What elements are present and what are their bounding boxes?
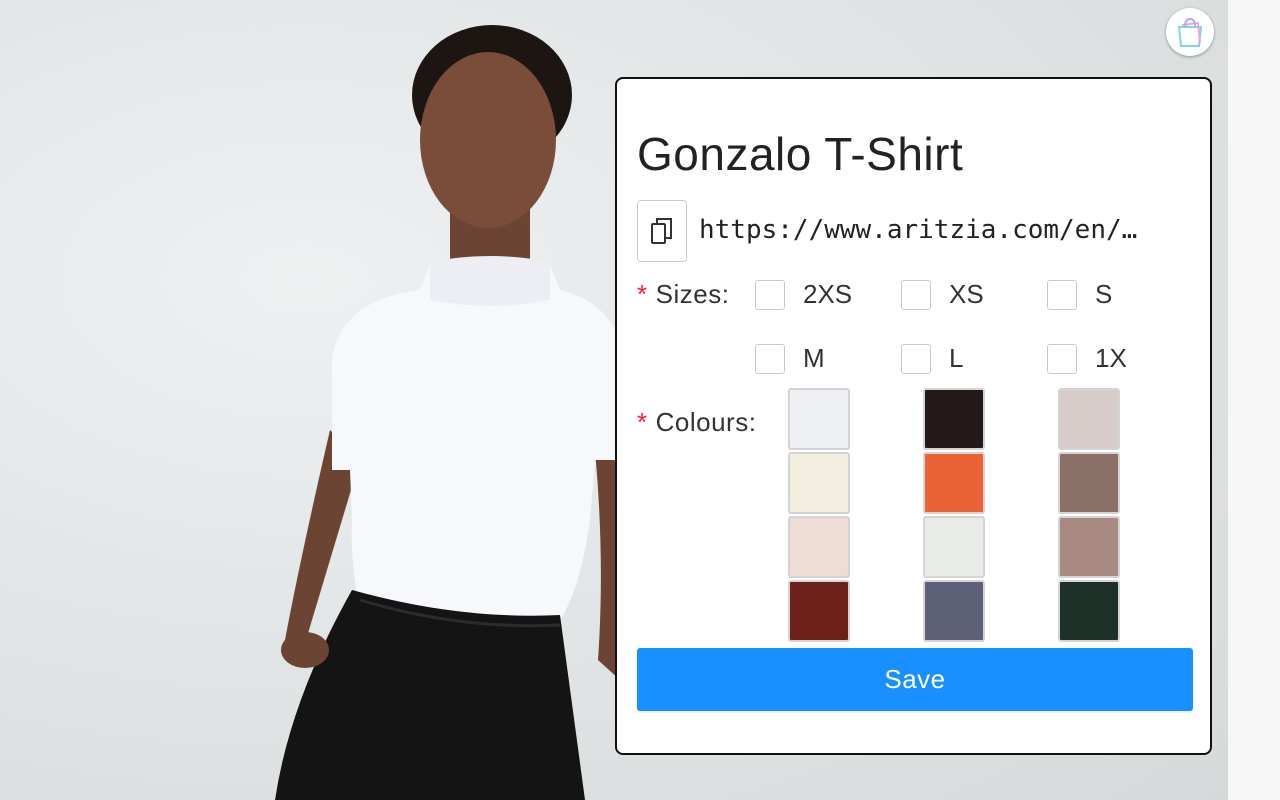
required-mark: * [637, 279, 648, 309]
colour-swatch[interactable] [1058, 516, 1120, 578]
colour-swatch[interactable] [1058, 580, 1120, 642]
colour-swatch[interactable] [1058, 452, 1120, 514]
size-option-xs[interactable]: XS [901, 279, 984, 310]
size-option-s[interactable]: S [1047, 279, 1112, 310]
sizes-label: * Sizes: [637, 279, 729, 310]
colour-swatch[interactable] [788, 516, 850, 578]
copy-url-button[interactable] [637, 200, 687, 262]
size-text: L [949, 343, 964, 373]
colour-swatch[interactable] [923, 452, 985, 514]
size-option-l[interactable]: L [901, 343, 963, 374]
colours-label-text: Colours: [655, 407, 757, 437]
page-scrollbar[interactable] [1228, 0, 1280, 800]
product-title: Gonzalo T-Shirt [637, 128, 964, 180]
colour-swatch[interactable] [1058, 388, 1120, 450]
product-save-panel: Gonzalo T-Shirt https://www.aritzia.com/… [615, 77, 1212, 755]
size-option-m[interactable]: M [755, 343, 825, 374]
checkbox[interactable] [1047, 343, 1077, 374]
size-text: S [1095, 279, 1113, 309]
size-text: M [803, 343, 825, 373]
size-text: 2XS [803, 279, 853, 309]
product-url: https://www.aritzia.com/en/… [699, 215, 1138, 245]
required-mark: * [637, 407, 648, 437]
copy-icon [651, 218, 672, 244]
size-text: 1X [1095, 343, 1127, 373]
colour-swatch[interactable] [923, 516, 985, 578]
save-button[interactable]: Save [637, 648, 1193, 711]
colour-swatch[interactable] [788, 452, 850, 514]
checkbox[interactable] [901, 343, 931, 374]
checkbox[interactable] [755, 279, 785, 310]
checkbox[interactable] [1047, 279, 1077, 310]
colour-swatch[interactable] [923, 388, 985, 450]
colour-swatch[interactable] [788, 580, 850, 642]
colour-swatch[interactable] [788, 388, 850, 450]
checkbox[interactable] [755, 343, 785, 374]
colour-swatch[interactable] [923, 580, 985, 642]
colours-label: * Colours: [637, 407, 756, 438]
size-text: XS [949, 279, 984, 309]
size-option-2xs[interactable]: 2XS [755, 279, 852, 310]
checkbox[interactable] [901, 279, 931, 310]
sizes-label-text: Sizes: [655, 279, 730, 309]
size-option-1x[interactable]: 1X [1047, 343, 1127, 374]
shopping-bag-icon[interactable] [1166, 8, 1214, 56]
